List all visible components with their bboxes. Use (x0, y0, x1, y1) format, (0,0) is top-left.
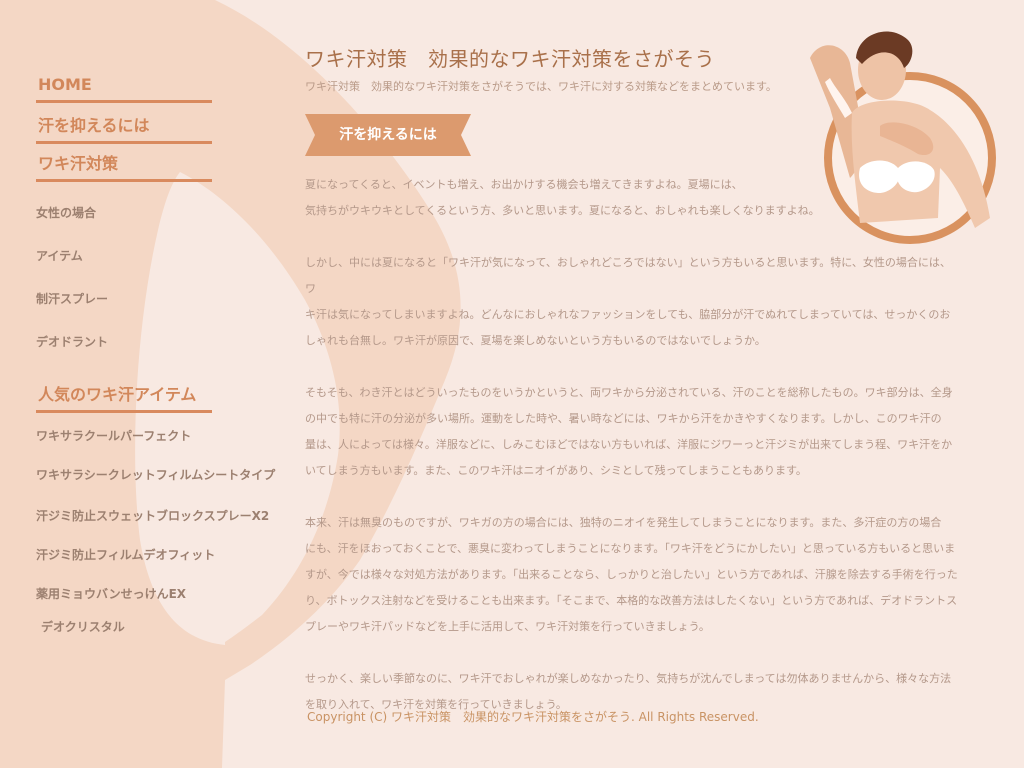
sidebar-link-home[interactable]: HOME (36, 74, 212, 103)
text-line: 気持ちがウキウキとしてくるという方、多いと思います。夏になると、おしゃれも楽しく… (305, 204, 820, 217)
page-title: ワキ汗対策 効果的なワキ汗対策をさがそう (305, 47, 715, 71)
text-line: いてしまう方もいます。また、このワキ汗はニオイがあり、シミとして残ってしまうこと… (305, 464, 807, 477)
sidebar-item-link[interactable]: デオクリスタル (36, 618, 212, 635)
footer-copyright: Copyright (C) ワキ汗対策 効果的なワキ汗対策をさがそう. All … (307, 710, 759, 724)
text-line: プレーやワキ汗パッドなどを上手に活用して、ワキ汗対策を行っていきましょう。 (305, 620, 710, 633)
text-line: しゃれも台無し。ワキ汗が原因で、夏場を楽しめないという方もいるのではないでしょう… (305, 334, 766, 347)
text-line: り、ボトックス注射などを受けることも出来ます。「そこまで、本格的な改善方法はした… (305, 594, 958, 607)
page-subtitle: ワキ汗対策 効果的なワキ汗対策をさがそうでは、ワキ汗に対する対策などをまとめてい… (305, 80, 777, 93)
text-line: キ汗は気になってしまいますよね。どんなにおしゃれなファッションをしても、脇部分が… (305, 308, 951, 321)
section-heading: 汗を抑えるには (339, 127, 437, 143)
text-line: すが、今では様々な対処方法があります。「出来ることなら、しっかりと治したい」とい… (305, 568, 958, 581)
paragraph: しかし、中には夏になると「ワキ汗が気になって、おしゃれどころではない」という方も… (305, 250, 960, 354)
sidebar-item-link[interactable]: ワキサラシークレットフィルムシートタイプ (36, 466, 275, 483)
text-line: せっかく、楽しい季節なのに、ワキ汗でおしゃれが楽しめなかったり、気持ちが沈んでし… (305, 672, 952, 685)
main-content: ワキ汗対策 効果的なワキ汗対策をさがそう ワキ汗対策 効果的なワキ汗対策をさがそ… (305, 44, 960, 711)
sidebar-nav: HOME 汗を抑えるには ワキ汗対策 女性の場合 アイテム 制汗スプレー デオド… (36, 74, 275, 635)
text-line: 本来、汗は無臭のものですが、ワキガの方の場合には、独特のニオイを発生してしまうこ… (305, 516, 942, 529)
paragraph: そもそも、わき汗とはどういったものをいうかというと、両ワキから分泌されている、汗… (305, 380, 960, 484)
section-ribbon: 汗を抑えるには (305, 114, 471, 156)
article-body: 夏になってくると、イベントも増え、お出かけする機会も増えてきますよね。夏場には、… (305, 172, 960, 718)
text-line: 量は、人によっては様々。洋服などに、しみこむほどではない方もいれば、洋服にジワー… (305, 438, 953, 451)
sidebar-link-for-women[interactable]: 女性の場合 (36, 204, 212, 221)
text-line: 夏になってくると、イベントも増え、お出かけする機会も増えてきますよね。夏場には、 (305, 178, 743, 191)
sidebar-item-link[interactable]: 汗ジミ防止フィルムデオフィット (36, 546, 215, 563)
sidebar-item-link[interactable]: ワキサラクールパーフェクト (36, 427, 212, 444)
sidebar-link-suppress-sweat[interactable]: 汗を抑えるには (36, 115, 212, 144)
popular-items-heading: 人気のワキ汗アイテム (36, 384, 212, 413)
text-line: しかし、中には夏になると「ワキ汗が気になって、おしゃれどころではない」という方も… (305, 256, 951, 295)
text-line: そもそも、わき汗とはどういったものをいうかというと、両ワキから分泌されている、汗… (305, 386, 953, 399)
sidebar-link-antiperspirant-spray[interactable]: 制汗スプレー (36, 290, 212, 307)
paragraph: 本来、汗は無臭のものですが、ワキガの方の場合には、独特のニオイを発生してしまうこ… (305, 510, 960, 640)
sidebar-link-deodorant[interactable]: デオドラント (36, 333, 212, 350)
text-line: にも、汗をほおっておくことで、悪臭に変わってしまうことになります。「ワキ汗をどう… (305, 542, 956, 555)
sidebar-link-underarm-sweat-measures[interactable]: ワキ汗対策 (36, 153, 212, 182)
sidebar-item-link[interactable]: 薬用ミョウバンせっけんEX (36, 585, 212, 602)
sidebar-item-link[interactable]: 汗ジミ防止スウェットブロックスプレーX2 (36, 507, 269, 524)
paragraph: 夏になってくると、イベントも増え、お出かけする機会も増えてきますよね。夏場には、… (305, 172, 960, 224)
text-line: の中でも特に汗の分泌が多い場所。運動をした時や、暑い時などには、ワキから汗をかき… (305, 412, 942, 425)
sidebar-link-items[interactable]: アイテム (36, 247, 212, 264)
